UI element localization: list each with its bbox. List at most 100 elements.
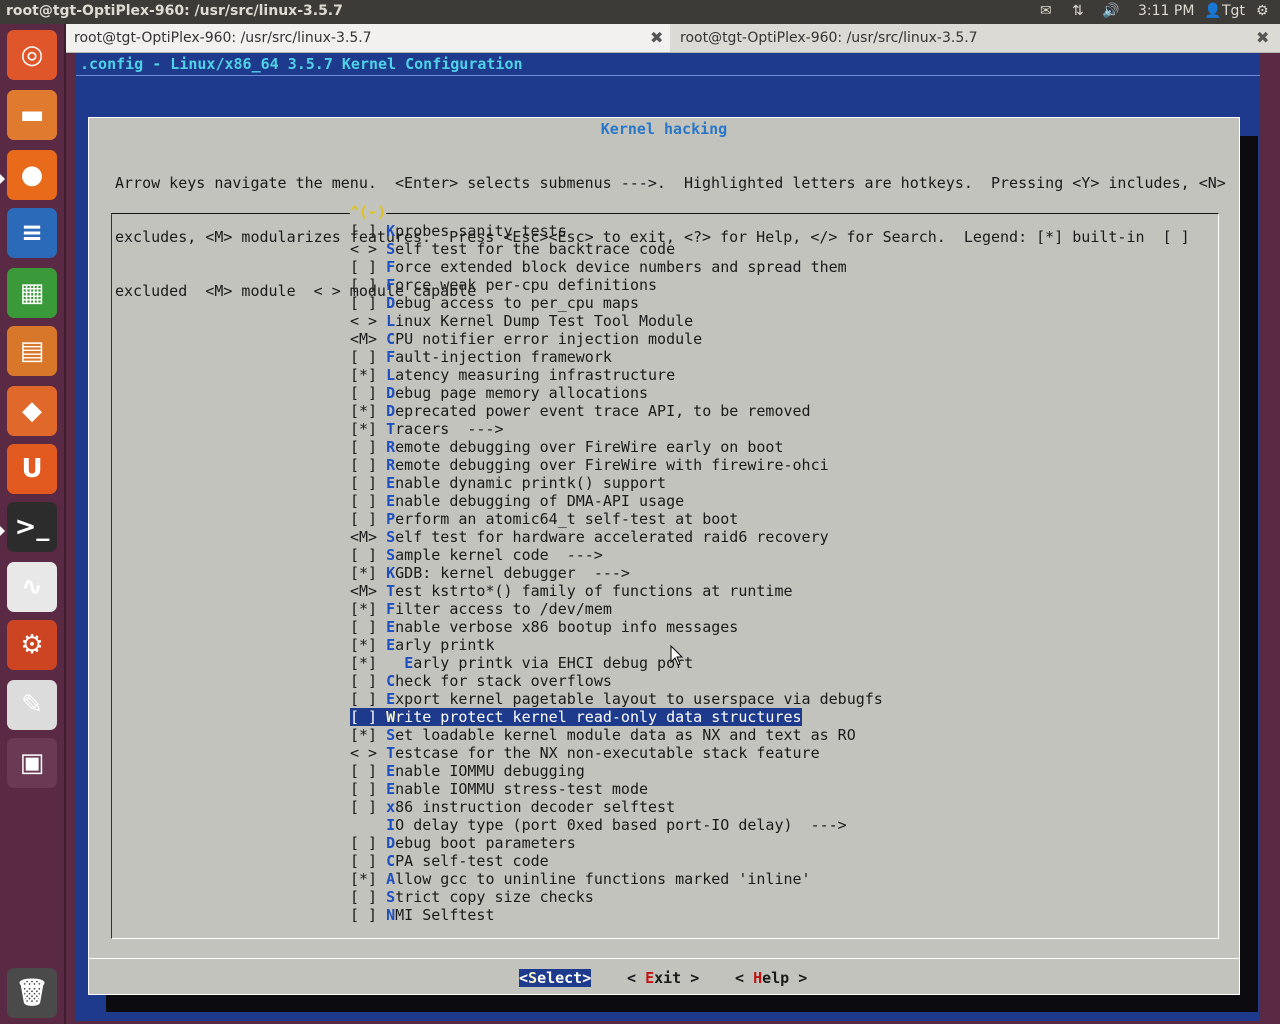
menu-item[interactable]: [ ] Debug page memory allocations <box>350 384 883 402</box>
option-state[interactable]: [ ] <box>350 456 386 474</box>
terminal-screen[interactable]: .config - Linux/x86_64 3.5.7 Kernel Conf… <box>66 53 1280 1024</box>
menu-item[interactable]: <M> Self test for hardware accelerated r… <box>350 528 883 546</box>
tab-2[interactable]: root@tgt-OptiPlex-960: /usr/src/linux-3.… <box>672 24 1280 52</box>
menu-item[interactable]: IO delay type (port 0xed based port-IO d… <box>350 816 883 834</box>
option-state[interactable]: [ ] <box>350 294 386 312</box>
option-state[interactable]: <M> <box>350 330 386 348</box>
firefox-icon[interactable]: ● <box>7 150 57 200</box>
menu-item[interactable]: [ ] Enable IOMMU debugging <box>350 762 883 780</box>
menu-item[interactable]: <M> CPU notifier error injection module <box>350 330 883 348</box>
pdf-viewer-icon[interactable]: ∿ <box>7 562 57 612</box>
option-state[interactable]: [ ] <box>350 798 386 816</box>
menu-item[interactable]: <M> Test kstrto*() family of functions a… <box>350 582 883 600</box>
menu-item[interactable]: < > Linux Kernel Dump Test Tool Module <box>350 312 883 330</box>
menu-item[interactable]: [ ] Force extended block device numbers … <box>350 258 883 276</box>
user-name[interactable]: Tgt <box>1222 3 1245 19</box>
option-state[interactable]: [*] <box>350 420 386 438</box>
calc-icon[interactable]: ▦ <box>7 268 57 318</box>
option-state[interactable]: <M> <box>350 582 386 600</box>
option-state[interactable]: [ ] <box>350 888 386 906</box>
option-state[interactable]: [ ] <box>350 384 386 402</box>
option-state[interactable]: [ ] <box>350 852 386 870</box>
option-state[interactable]: [*] <box>350 870 386 888</box>
menu-item[interactable]: [ ] Debug access to per_cpu maps <box>350 294 883 312</box>
menu-item[interactable]: [ ] Check for stack overflows <box>350 672 883 690</box>
menu-item[interactable]: [ ] Debug boot parameters <box>350 834 883 852</box>
option-state[interactable]: [ ] <box>350 672 386 690</box>
exit-button[interactable]: < Exit > <box>627 969 699 987</box>
option-state[interactable]: [ ] <box>350 222 386 240</box>
option-state[interactable]: [ ] <box>350 492 386 510</box>
option-state[interactable]: [ ] <box>350 906 386 924</box>
writer-icon[interactable]: ≡ <box>7 208 57 258</box>
option-state[interactable]: [*] <box>350 564 386 582</box>
ubuntu-one-icon[interactable]: U <box>7 444 57 494</box>
option-state[interactable]: [ ] <box>350 474 386 492</box>
option-state[interactable]: [ ] <box>350 780 386 798</box>
menu-item[interactable]: [ ] Strict copy size checks <box>350 888 883 906</box>
ubuntu-dash-icon[interactable]: ◎ <box>7 30 57 80</box>
menu-item-selected[interactable]: [ ] Write protect kernel read-only data … <box>350 708 883 726</box>
menu-item[interactable]: [ ] Kprobes sanity tests <box>350 222 883 240</box>
option-state[interactable]: < > <box>350 240 386 258</box>
menu-item[interactable]: [*] KGDB: kernel debugger ---> <box>350 564 883 582</box>
option-state[interactable] <box>350 816 386 834</box>
select-button[interactable]: <Select> <box>519 969 592 987</box>
option-state[interactable]: <M> <box>350 528 386 546</box>
tab-1[interactable]: root@tgt-OptiPlex-960: /usr/src/linux-3.… <box>66 24 670 52</box>
option-state[interactable]: [ ] <box>350 438 386 456</box>
user-icon[interactable]: 👤 <box>1204 3 1221 19</box>
option-state[interactable]: [ ] <box>350 258 386 276</box>
menu-item[interactable]: [*] Set loadable kernel module data as N… <box>350 726 883 744</box>
option-state[interactable]: [ ] <box>350 618 386 636</box>
menu-item[interactable]: [*] Latency measuring infrastructure <box>350 366 883 384</box>
option-state[interactable]: < > <box>350 312 386 330</box>
option-state[interactable]: [*] <box>350 366 386 384</box>
menu-item[interactable]: [ ] Export kernel pagetable layout to us… <box>350 690 883 708</box>
menu-item[interactable]: [ ] Force weak per-cpu definitions <box>350 276 883 294</box>
option-state[interactable]: [ ] <box>350 690 386 708</box>
menu-item[interactable]: < > Self test for the backtrace code <box>350 240 883 258</box>
option-state[interactable]: [ ] <box>350 276 386 294</box>
menu-item[interactable]: [*] Deprecated power event trace API, to… <box>350 402 883 420</box>
option-state[interactable]: [*] <box>350 726 386 744</box>
menu-item[interactable]: [ ] x86 instruction decoder selftest <box>350 798 883 816</box>
menu-item[interactable]: [ ] NMI Selftest <box>350 906 883 924</box>
menu-item[interactable]: [*] Filter access to /dev/mem <box>350 600 883 618</box>
option-state[interactable]: [ ] <box>350 762 386 780</box>
clock[interactable]: 3:11 PM <box>1138 3 1194 19</box>
option-state[interactable]: [ ] <box>350 834 386 852</box>
option-state[interactable]: [ ] <box>350 546 386 564</box>
volume-icon[interactable]: 🔊 <box>1102 3 1119 19</box>
menu-item[interactable]: [*] Allow gcc to uninline functions mark… <box>350 870 883 888</box>
menu-item[interactable]: [*] Tracers ---> <box>350 420 883 438</box>
option-state[interactable]: < > <box>350 744 386 762</box>
session-gear-icon[interactable]: ⚙ <box>1256 3 1269 19</box>
tab-2-close-icon[interactable]: ✖ <box>1256 24 1269 52</box>
software-center-icon[interactable]: ◆ <box>7 386 57 436</box>
workspace-switcher-icon[interactable]: ▣ <box>7 738 57 788</box>
menu-item[interactable]: [ ] CPA self-test code <box>350 852 883 870</box>
menu-item[interactable]: [*] Early printk via EHCI debug port <box>350 654 883 672</box>
impress-icon[interactable]: ▤ <box>7 326 57 376</box>
help-button[interactable]: < Help > <box>735 969 807 987</box>
menu-item[interactable]: [ ] Enable dynamic printk() support <box>350 474 883 492</box>
system-settings-icon[interactable]: ⚙ <box>7 620 57 670</box>
option-state[interactable]: [*] <box>350 600 386 618</box>
mail-icon[interactable]: ✉ <box>1040 3 1052 19</box>
terminal-icon[interactable]: >_ <box>7 502 57 552</box>
tab-1-close-icon[interactable]: ✖ <box>650 24 663 52</box>
menu-item[interactable]: [ ] Enable verbose x86 bootup info messa… <box>350 618 883 636</box>
files-icon[interactable]: ▬ <box>7 90 57 140</box>
menu-item[interactable]: [ ] Remote debugging over FireWire early… <box>350 438 883 456</box>
option-state[interactable]: [*] <box>350 402 386 420</box>
option-state[interactable]: [ ] <box>350 348 386 366</box>
option-state[interactable]: [ ] <box>350 510 386 528</box>
menu-item[interactable]: [ ] Remote debugging over FireWire with … <box>350 456 883 474</box>
option-state[interactable]: [*] <box>350 636 386 654</box>
menu-item[interactable]: [ ] Fault-injection framework <box>350 348 883 366</box>
menu-item[interactable]: [ ] Enable debugging of DMA-API usage <box>350 492 883 510</box>
menu-item[interactable]: [ ] Perform an atomic64_t self-test at b… <box>350 510 883 528</box>
menu-item[interactable]: [ ] Enable IOMMU stress-test mode <box>350 780 883 798</box>
option-state[interactable]: [*] <box>350 654 404 672</box>
